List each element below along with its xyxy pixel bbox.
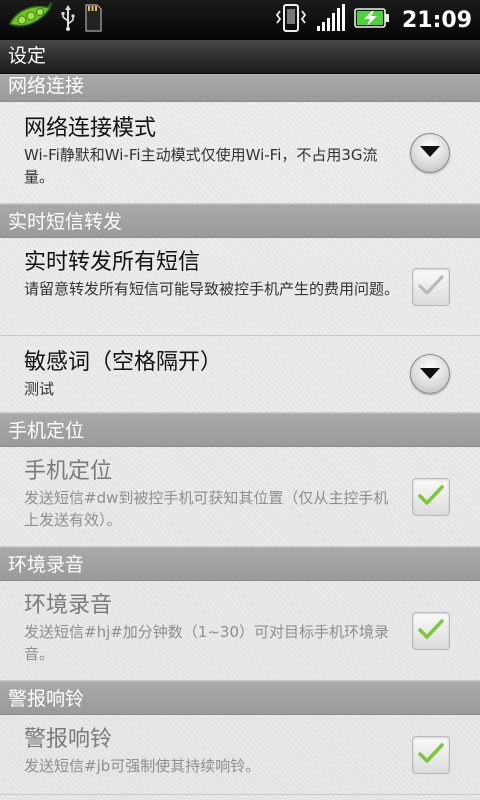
- dropdown-button[interactable]: [410, 132, 450, 173]
- pref-summary: Wi-Fi静默和Wi-Fi主动模式仅使用Wi-Fi，不占用3G流量。: [24, 146, 378, 186]
- pref-title: 环境录音: [24, 593, 113, 618]
- dropdown-button[interactable]: [410, 354, 450, 394]
- status-clock: 21:09: [401, 7, 472, 33]
- phone-vibrate-icon: [274, 3, 308, 37]
- forward-all-checkbox[interactable]: [412, 267, 450, 306]
- pref-network-mode[interactable]: 网络连接模式 Wi-Fi静默和Wi-Fi主动模式仅使用Wi-Fi，不占用3G流量…: [0, 102, 480, 204]
- signal-icon: [316, 4, 346, 36]
- pea-pod-app-icon: [8, 2, 53, 38]
- section-header-recording: 环境录音: [0, 547, 480, 581]
- page-title: 设定: [0, 40, 480, 74]
- section-header-location: 手机定位: [0, 413, 480, 447]
- pref-summary: 测试: [24, 380, 55, 398]
- pref-title: 手机定位: [24, 459, 113, 484]
- recording-checkbox[interactable]: [412, 611, 450, 650]
- chevron-down-icon: [419, 365, 441, 384]
- pref-ambient-recording[interactable]: 环境录音 发送短信#hj#加分钟数（1~30）可对目标手机环境录音。: [0, 581, 480, 681]
- status-bar: 21:09: [0, 0, 480, 40]
- sd-card-icon: [84, 3, 102, 37]
- checkmark-icon: [417, 741, 445, 769]
- usb-icon: [60, 5, 76, 35]
- status-bar-notifications: [8, 2, 102, 38]
- pref-summary: 发送短信#jb可强制使其持续响铃。: [24, 757, 261, 775]
- section-header-alarm: 警报响铃: [0, 681, 480, 715]
- checkmark-icon: [417, 273, 445, 301]
- pref-summary: 请留意转发所有短信可能导致被控手机产生的费用问题。: [24, 280, 400, 298]
- pref-phone-location[interactable]: 手机定位 发送短信#dw到被控手机可获知其位置（仅从主控手机上发送有效）。: [0, 447, 480, 547]
- status-bar-system: 21:09: [274, 0, 472, 40]
- settings-list[interactable]: 网络连接 网络连接模式 Wi-Fi静默和Wi-Fi主动模式仅使用Wi-Fi，不占…: [0, 74, 480, 800]
- location-checkbox[interactable]: [412, 477, 450, 516]
- alarm-checkbox[interactable]: [412, 735, 450, 774]
- pref-alarm-ring[interactable]: 警报响铃 发送短信#jb可强制使其持续响铃。: [0, 715, 480, 795]
- pref-forward-all-sms[interactable]: 实时转发所有短信 请留意转发所有短信可能导致被控手机产生的费用问题。: [0, 238, 480, 336]
- battery-charging-icon: [354, 7, 390, 33]
- pref-title: 网络连接模式: [24, 116, 157, 141]
- pref-sensitive-keywords[interactable]: 敏感词（空格隔开） 测试: [0, 336, 480, 413]
- pref-summary: 发送短信#hj#加分钟数（1~30）可对目标手机环境录音。: [24, 623, 390, 663]
- pref-title: 警报响铃: [24, 727, 113, 752]
- pref-title: 实时转发所有短信: [24, 250, 201, 275]
- section-header-sms-forward: 实时短信转发: [0, 204, 480, 238]
- pref-summary: 发送短信#dw到被控手机可获知其位置（仅从主控手机上发送有效）。: [24, 489, 389, 529]
- pref-title: 敏感词（空格隔开）: [24, 350, 223, 375]
- checkmark-icon: [417, 617, 445, 645]
- section-header-network: 网络连接: [0, 74, 480, 102]
- checkmark-icon: [417, 483, 445, 511]
- chevron-down-icon: [419, 143, 441, 162]
